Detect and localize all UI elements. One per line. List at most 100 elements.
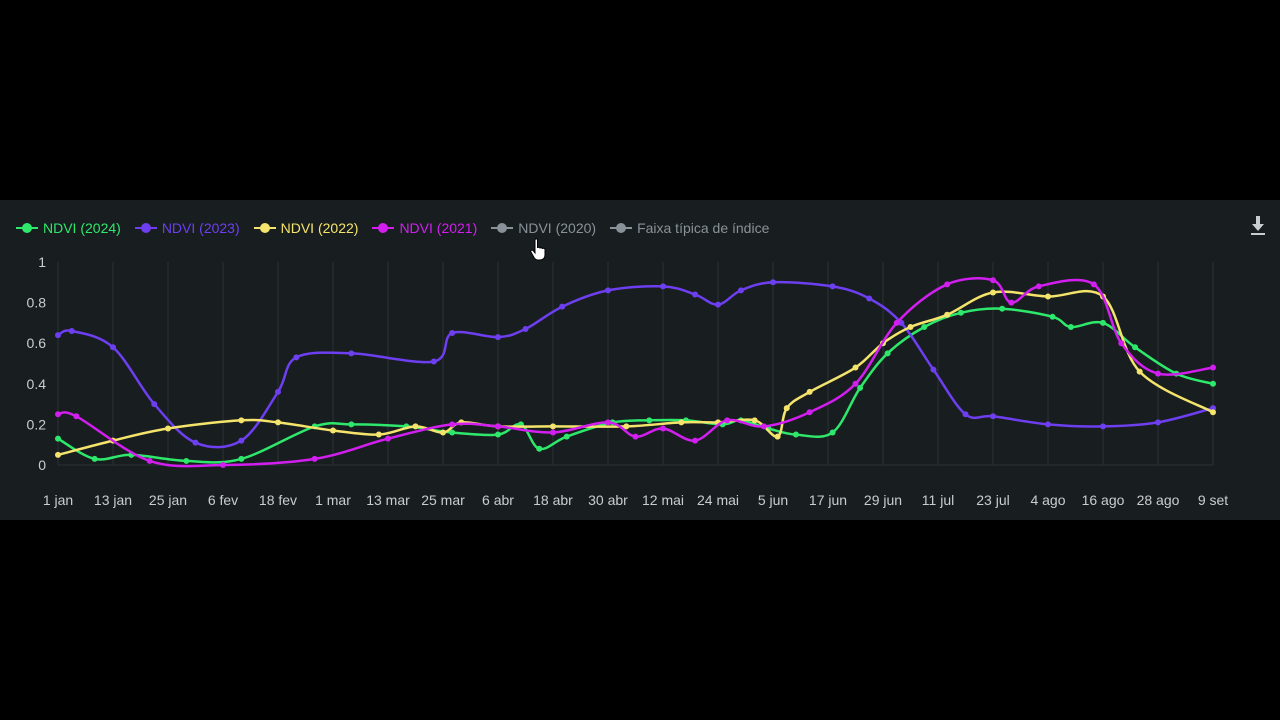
legend-item[interactable]: NDVI (2021) [372,218,477,238]
data-point [990,289,996,296]
data-point [1210,409,1216,416]
x-tick-label: 24 mai [697,492,739,508]
data-point [348,350,355,357]
data-point [930,366,937,373]
legend-item[interactable]: Faixa típica de índice [610,218,769,238]
legend-label: NDVI (2023) [161,220,240,236]
legend-label: NDVI (2022) [280,220,359,236]
data-point [1136,368,1143,375]
x-tick-label: 9 set [1198,492,1228,508]
x-tick-label: 6 fev [208,492,238,508]
x-tick-label: 18 fev [259,492,297,508]
data-point [1045,293,1051,300]
x-tick-label: 17 jun [809,492,847,508]
data-point [151,401,158,408]
data-point [238,437,245,444]
data-point [110,344,116,351]
data-point [1118,340,1125,347]
data-point [1008,299,1015,306]
legend-marker-icon [16,222,38,234]
x-tick-label: 25 mar [421,492,465,508]
y-tick-label: 0.2 [27,416,47,432]
data-point [660,425,666,432]
data-point [73,413,80,420]
data-point [348,421,355,428]
x-tick-label: 12 mai [642,492,684,508]
x-tick-label: 28 ago [1137,492,1180,508]
legend-item[interactable]: NDVI (2020) [491,218,596,238]
data-point [430,358,437,365]
data-point [385,435,391,442]
data-point [1049,313,1056,320]
y-tick-label: 0.6 [27,335,47,351]
x-tick-label: 16 ago [1082,492,1125,508]
data-point [893,319,900,326]
data-point [715,301,721,308]
legend-item[interactable]: NDVI (2023) [134,218,240,238]
legend-marker-icon [372,222,395,234]
data-point [605,287,611,294]
data-point [330,427,336,434]
data-point [944,281,951,288]
download-button[interactable] [1250,216,1266,236]
data-point [1100,319,1106,326]
legend-item[interactable]: NDVI (2024) [16,218,121,238]
data-point [412,423,419,430]
data-point [311,455,318,462]
data-point [692,437,699,444]
data-point [563,433,570,440]
data-point [275,388,281,395]
legend-label: NDVI (2024) [43,220,121,236]
x-tick-label: 18 abr [533,492,573,508]
x-tick-label: 25 jan [149,492,187,508]
data-point [550,429,556,436]
data-point [1155,419,1161,426]
data-point [806,388,813,395]
data-point [1035,283,1042,290]
legend-item[interactable]: NDVI (2022) [253,218,359,238]
x-tick-label: 23 jul [976,492,1009,508]
legend-marker-icon [491,222,514,234]
data-point [238,417,245,424]
data-point [907,323,914,330]
legend-marker-icon [610,222,633,234]
data-point [792,431,799,438]
data-point [1067,323,1074,330]
legend-marker-icon [134,222,157,234]
data-point [884,350,891,357]
data-point [737,287,744,294]
data-point [449,330,456,337]
data-point [1100,423,1106,430]
data-point [632,433,639,440]
data-point [770,279,776,286]
x-tick-label: 4 ago [1030,492,1065,508]
data-point [495,334,501,341]
data-point [605,419,611,426]
data-point [522,325,529,332]
data-point [1155,370,1161,377]
legend-label: NDVI (2021) [399,220,478,236]
data-point [852,364,859,371]
x-tick-label: 30 abr [588,492,628,508]
x-tick-label: 1 mar [315,492,351,508]
data-point [852,380,859,387]
data-point [990,277,996,284]
data-point [183,457,190,464]
data-point [495,431,501,438]
data-point [944,311,951,318]
legend-label: Faixa típica de índice [637,220,770,236]
data-point [275,419,281,426]
pointer-cursor-icon [530,238,546,261]
data-point [550,423,556,430]
data-point [760,423,767,430]
data-point [660,283,666,290]
data-point [495,423,501,430]
data-point [375,431,382,438]
data-point [192,439,199,446]
data-point [91,455,98,462]
x-tick-label: 13 mar [366,492,410,508]
x-tick-label: 1 jan [43,492,73,508]
data-point [990,413,996,420]
data-point [857,384,864,391]
data-point [724,417,731,424]
